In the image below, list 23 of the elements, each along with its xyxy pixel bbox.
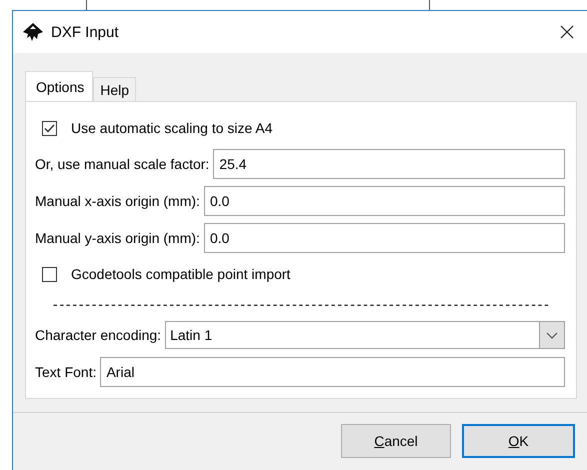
separator-text: ----------------------------------------------------------------------------- [52, 295, 552, 313]
tab[interactable]: Help [93, 77, 136, 101]
checkbox[interactable] [42, 120, 57, 136]
input-field[interactable]: 0.0 [204, 223, 565, 253]
dialog-button[interactable]: OK [462, 424, 575, 458]
window-title: DXF Input [51, 24, 119, 40]
close-icon[interactable] [560, 25, 574, 39]
input-field[interactable]: Arial [100, 357, 565, 387]
dropdown[interactable]: Latin 1 [165, 321, 565, 349]
checkbox-label[interactable]: Use automatic scaling to size A4 [71, 120, 273, 136]
field-label: Manual y-axis origin (mm): [35, 230, 200, 246]
field-label: Manual x-axis origin (mm): [35, 193, 200, 209]
app-icon [23, 23, 43, 41]
tab[interactable]: Options [25, 71, 94, 101]
dialog-button[interactable]: Cancel [341, 424, 451, 458]
field-label: Or, use manual scale factor: [35, 156, 210, 172]
input-field[interactable]: 25.4 [213, 149, 565, 179]
checkbox[interactable] [42, 266, 57, 282]
chevron-icon [546, 332, 558, 338]
field-label: Text Font: [35, 364, 96, 380]
checkbox-label[interactable]: Gcodetools compatible point import [71, 266, 290, 282]
input-field[interactable]: 0.0 [204, 186, 565, 216]
field-label: Character encoding: [35, 327, 162, 343]
